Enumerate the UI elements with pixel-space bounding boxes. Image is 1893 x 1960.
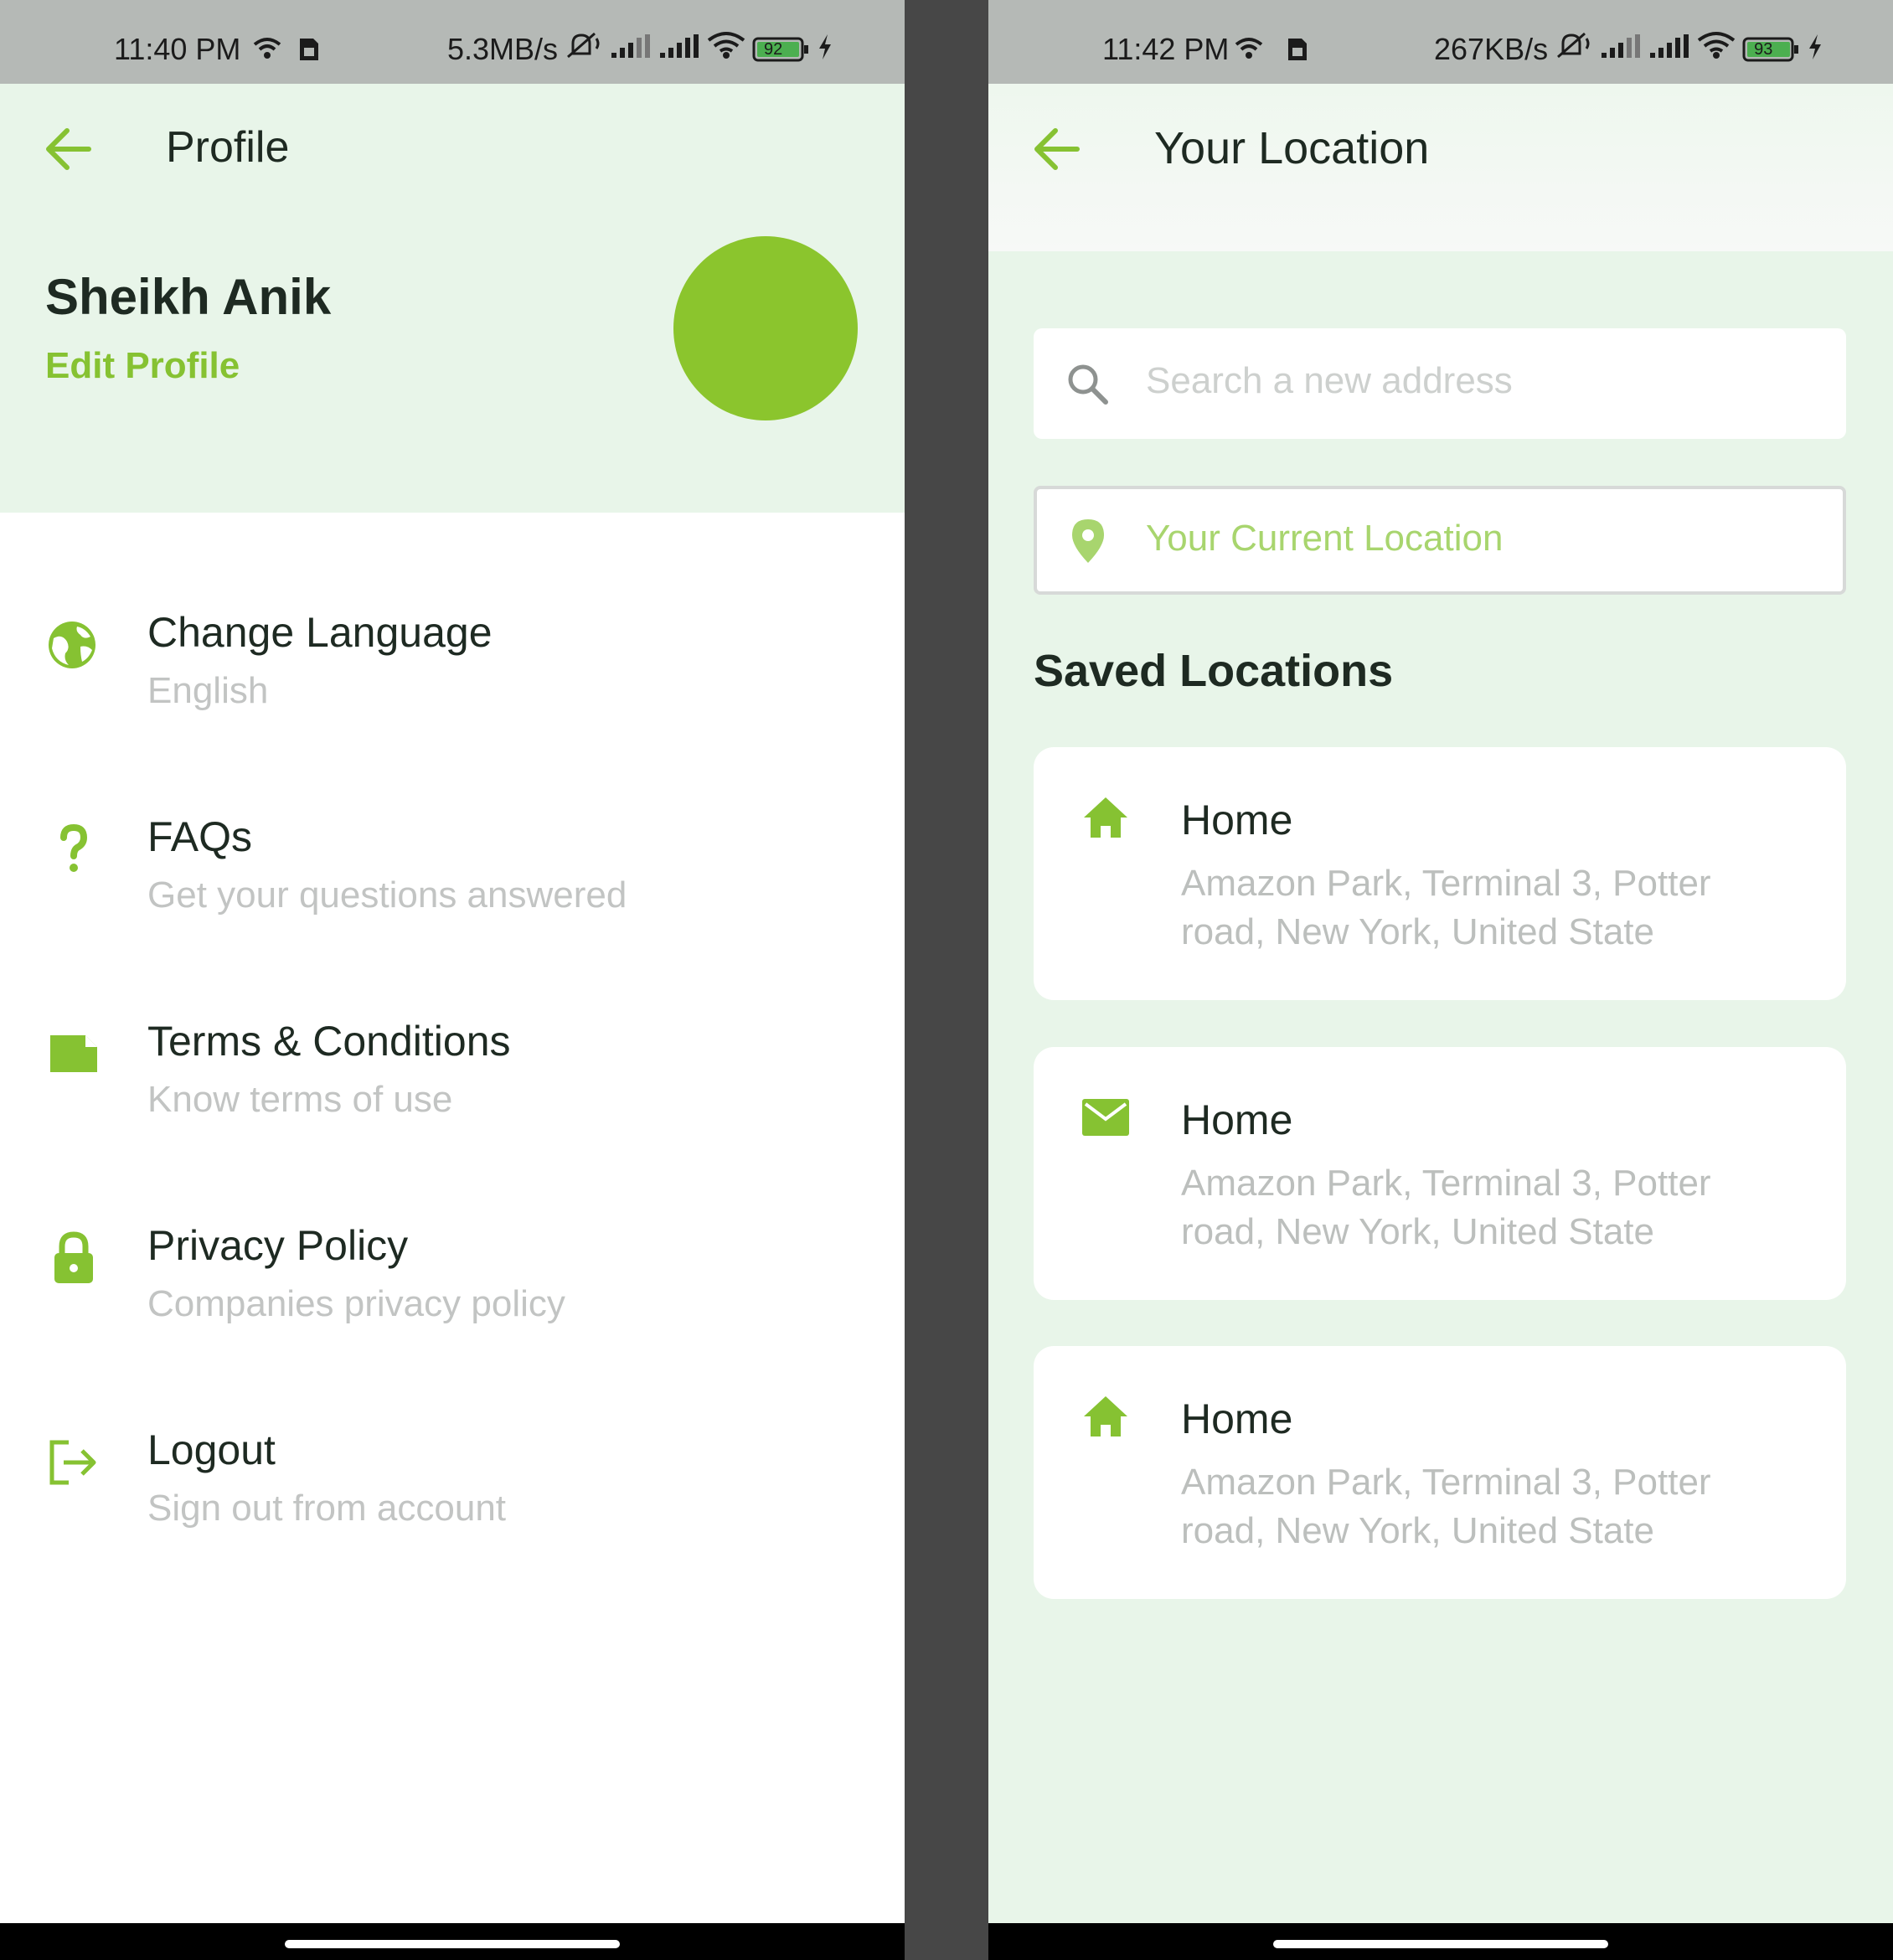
location-name: Home (1181, 797, 1293, 843)
status-time: 11:42 PM (1102, 32, 1230, 66)
location-name: Home (1181, 1096, 1293, 1143)
status-right: 5.3MB/s 92 (447, 30, 833, 68)
menu-item-subtitle: Companies privacy policy (147, 1283, 565, 1324)
settings-card: Change Language English FAQs Get your qu… (0, 513, 905, 1923)
question-icon (47, 823, 101, 876)
search-icon (1065, 362, 1109, 405)
menu-item-title: Change Language (147, 609, 493, 656)
map-pin-icon (1069, 518, 1107, 565)
home-indicator[interactable] (1273, 1940, 1608, 1948)
saved-locations-title: Saved Locations (1034, 646, 1394, 696)
saved-location-card[interactable]: Home Amazon Park, Terminal 3, Potter roa… (1034, 1346, 1846, 1599)
menu-item-title: Terms & Conditions (147, 1018, 511, 1065)
edit-profile-link[interactable]: Edit Profile (45, 345, 240, 387)
battery-level: 92 (764, 39, 783, 59)
signal-icon-2 (658, 32, 700, 67)
location-address: Amazon Park, Terminal 3, Potter road, Ne… (1181, 1462, 1711, 1551)
location-address: Amazon Park, Terminal 3, Potter road, Ne… (1181, 1163, 1711, 1252)
menu-item-subtitle: English (147, 670, 269, 711)
menu-item-privacy-policy[interactable]: Privacy Policy Companies privacy policy (0, 1221, 905, 1389)
location-screen: 11:42 PM 267KB/s 93 Your Location Search… (988, 0, 1893, 1960)
back-button[interactable] (1032, 126, 1082, 173)
menu-item-terms-conditions[interactable]: Terms & Conditions Know terms of use (0, 1017, 905, 1184)
battery-icon: 93 (1742, 36, 1801, 63)
status-bar: 11:42 PM 267KB/s 93 (988, 0, 1893, 84)
signal-icon (610, 32, 652, 67)
network-speed: 267KB/s (1434, 31, 1549, 66)
signal-icon (1600, 32, 1642, 67)
arrow-left-icon (1034, 128, 1080, 170)
sim-icon (1287, 37, 1308, 65)
wifi-icon-2 (707, 31, 745, 67)
mute-icon (1555, 30, 1593, 68)
user-name: Sheikh Anik (45, 269, 332, 325)
location-address: Amazon Park, Terminal 3, Potter road, Ne… (1181, 863, 1711, 952)
saved-location-card[interactable]: Home Amazon Park, Terminal 3, Potter roa… (1034, 1047, 1846, 1300)
page-title: Profile (166, 123, 290, 172)
globe-icon (47, 618, 101, 672)
battery-icon: 92 (752, 36, 811, 63)
location-header (988, 84, 1893, 251)
mute-icon (565, 30, 603, 68)
current-location-label: Your Current Location (1146, 518, 1504, 559)
signal-icon-2 (1648, 32, 1690, 67)
search-placeholder: Search a new address (1146, 360, 1513, 401)
menu-item-logout[interactable]: Logout Sign out from account (0, 1426, 905, 1593)
menu-item-subtitle: Sign out from account (147, 1488, 507, 1529)
page-title: Your Location (1154, 123, 1430, 173)
menu-item-change-language[interactable]: Change Language English (0, 608, 905, 776)
avatar[interactable] (673, 236, 858, 420)
menu-item-title: FAQs (147, 813, 253, 860)
network-speed: 5.3MB/s (447, 31, 559, 66)
mail-icon (1081, 1094, 1131, 1141)
charging-icon (818, 32, 833, 67)
menu-item-subtitle: Get your questions answered (147, 874, 627, 916)
charging-icon (1808, 32, 1823, 67)
home-icon (1081, 794, 1131, 841)
home-icon (1081, 1393, 1131, 1440)
search-input[interactable]: Search a new address (1034, 328, 1846, 439)
logout-icon (47, 1436, 101, 1489)
arrow-left-icon (46, 128, 91, 170)
battery-level: 93 (1754, 39, 1773, 59)
wifi-icon (253, 37, 281, 64)
menu-item-faqs[interactable]: FAQs Get your questions answered (0, 812, 905, 980)
sim-icon (298, 37, 320, 65)
home-indicator[interactable] (285, 1940, 620, 1948)
wifi-icon-2 (1697, 31, 1736, 67)
menu-item-title: Logout (147, 1426, 276, 1473)
menu-item-subtitle: Know terms of use (147, 1079, 453, 1120)
location-name: Home (1181, 1395, 1293, 1442)
document-icon (47, 1027, 101, 1081)
status-right: 267KB/s 93 (1434, 30, 1823, 68)
status-time: 11:40 PM (114, 32, 241, 66)
profile-screen: 11:40 PM 5.3MB/s 92 Profile Sheikh Anik … (0, 0, 905, 1960)
lock-icon (47, 1231, 101, 1285)
menu-item-title: Privacy Policy (147, 1222, 409, 1269)
saved-location-card[interactable]: Home Amazon Park, Terminal 3, Potter roa… (1034, 747, 1846, 1000)
status-bar: 11:40 PM 5.3MB/s 92 (0, 0, 905, 84)
wifi-icon (1235, 37, 1263, 64)
back-button[interactable] (44, 126, 94, 173)
current-location-button[interactable]: Your Current Location (1034, 486, 1846, 595)
